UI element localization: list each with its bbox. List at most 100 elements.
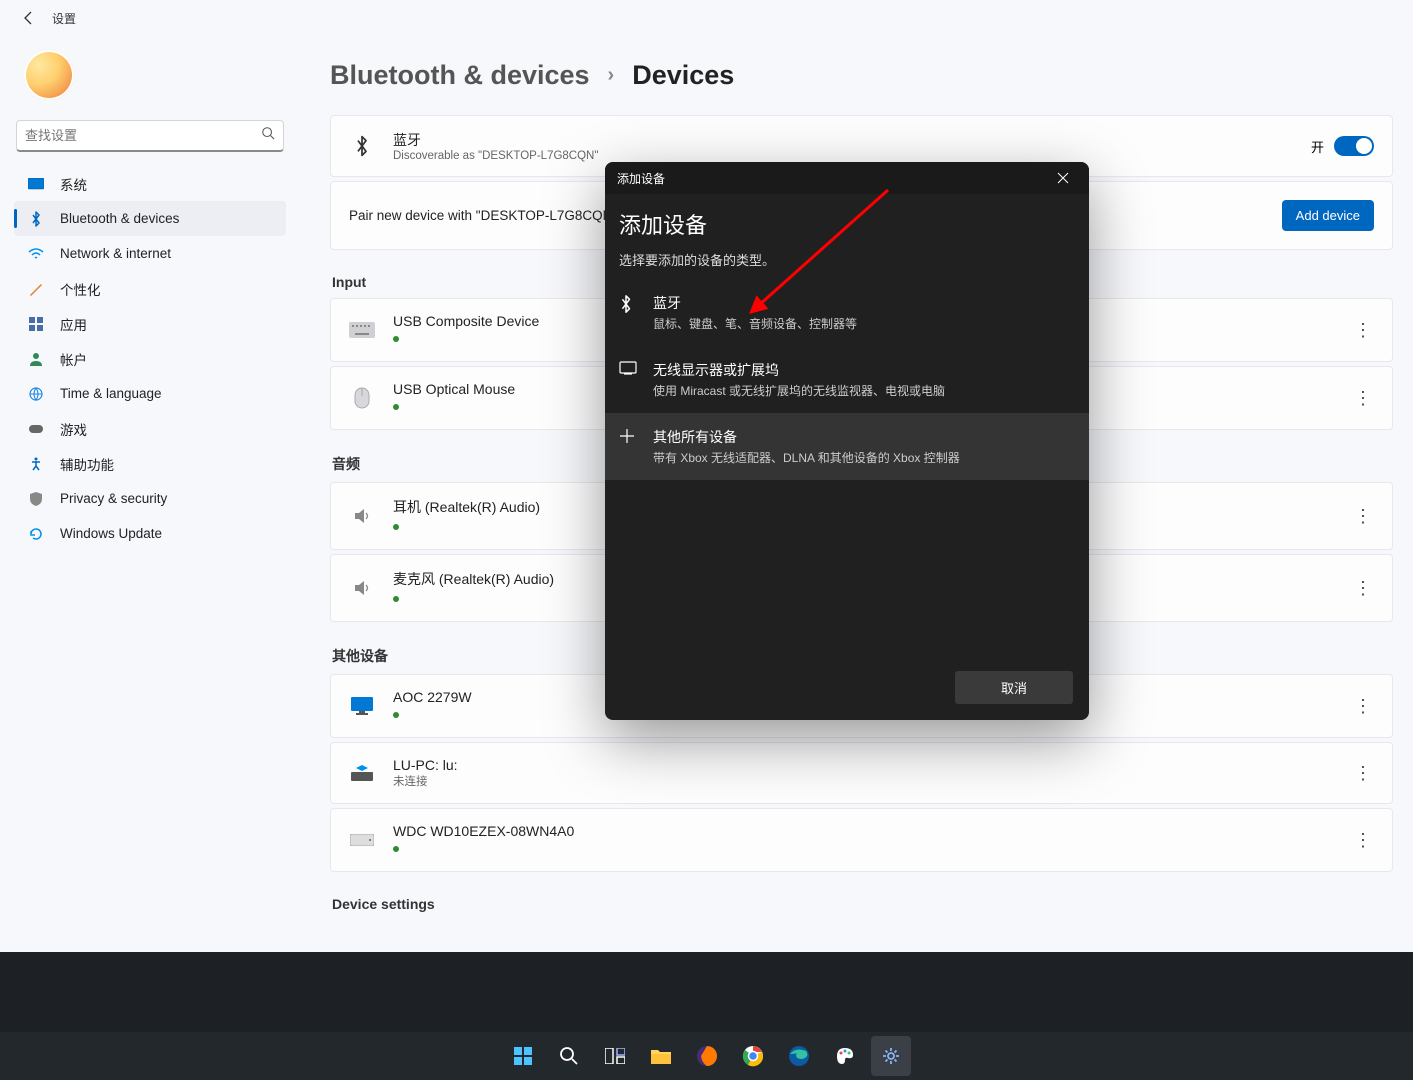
- nav-time-language[interactable]: Time & language: [14, 376, 286, 411]
- nav-label: Time & language: [60, 386, 162, 401]
- dialog-cancel-button[interactable]: 取消: [955, 671, 1073, 704]
- drive-icon: [349, 827, 375, 853]
- accessibility-icon: [28, 456, 44, 472]
- edge-button[interactable]: [779, 1036, 819, 1076]
- status-indicator: [393, 336, 399, 342]
- device-name: LU-PC: lu:: [393, 757, 1334, 773]
- device-status: 未连接: [393, 773, 1334, 789]
- dialog-option-bluetooth[interactable]: 蓝牙 鼠标、键盘、笔、音频设备、控制器等: [605, 279, 1089, 346]
- search-input[interactable]: [25, 128, 261, 143]
- status-indicator: [393, 712, 399, 718]
- dialog-option-wireless-display[interactable]: 无线显示器或扩展坞 使用 Miracast 或无线扩展坞的无线监视器、电视或电脑: [605, 346, 1089, 413]
- status-indicator: [393, 524, 399, 530]
- nav-system[interactable]: 系统: [14, 166, 286, 201]
- app-title: 设置: [52, 10, 76, 27]
- user-avatar[interactable]: [24, 50, 74, 100]
- back-button[interactable]: [20, 9, 38, 27]
- nav-accessibility[interactable]: 辅助功能: [14, 446, 286, 481]
- dialog-option-everything-else[interactable]: 其他所有设备 带有 Xbox 无线适配器、DLNA 和其他设备的 Xbox 控制…: [605, 413, 1089, 480]
- explorer-button[interactable]: [641, 1036, 681, 1076]
- media-device-icon: [349, 760, 375, 786]
- start-button[interactable]: [503, 1036, 543, 1076]
- bluetooth-toggle[interactable]: [1334, 136, 1374, 156]
- display-icon: [619, 361, 639, 380]
- task-view-button[interactable]: [595, 1036, 635, 1076]
- nav-bluetooth-devices[interactable]: Bluetooth & devices: [14, 201, 286, 236]
- nav-windows-update[interactable]: Windows Update: [14, 516, 286, 551]
- option-subtitle: 使用 Miracast 或无线扩展坞的无线监视器、电视或电脑: [653, 382, 945, 399]
- nav-gaming[interactable]: 游戏: [14, 411, 286, 446]
- status-indicator: [393, 404, 399, 410]
- shield-icon: [28, 491, 44, 507]
- search-icon: [261, 126, 275, 145]
- more-button[interactable]: ⋮: [1352, 763, 1374, 784]
- toggle-label: 开: [1311, 137, 1324, 156]
- breadcrumb: Bluetooth & devices › Devices: [330, 60, 1393, 91]
- nav-label: 游戏: [60, 419, 87, 439]
- sidebar: 系统 Bluetooth & devices Network & interne…: [10, 50, 290, 551]
- nav-personalization[interactable]: 个性化: [14, 271, 286, 306]
- option-subtitle: 鼠标、键盘、笔、音频设备、控制器等: [653, 315, 857, 332]
- bluetooth-title: 蓝牙: [393, 130, 1293, 150]
- keyboard-icon: [349, 317, 375, 343]
- title-bar: 设置: [0, 0, 1413, 36]
- device-name: WDC WD10EZEX-08WN4A0: [393, 823, 1334, 839]
- more-button[interactable]: ⋮: [1352, 388, 1374, 409]
- search-box[interactable]: [16, 120, 284, 152]
- bluetooth-icon: [28, 211, 44, 227]
- nav-list: 系统 Bluetooth & devices Network & interne…: [10, 166, 290, 551]
- wifi-icon: [28, 246, 44, 262]
- settings-button[interactable]: [871, 1036, 911, 1076]
- nav-label: 应用: [60, 314, 87, 334]
- gamepad-icon: [28, 421, 44, 437]
- nav-apps[interactable]: 应用: [14, 306, 286, 341]
- plus-icon: [619, 428, 639, 449]
- speaker-icon: [349, 575, 375, 601]
- more-button[interactable]: ⋮: [1352, 506, 1374, 527]
- add-device-dialog: 添加设备 添加设备 选择要添加的设备的类型。 蓝牙 鼠标、键盘、笔、音频设备、控…: [605, 162, 1089, 720]
- bluetooth-icon: [349, 133, 375, 159]
- device-row-hdd[interactable]: WDC WD10EZEX-08WN4A0 ⋮: [330, 808, 1393, 872]
- section-device-settings: Device settings: [332, 896, 1393, 912]
- nav-label: Windows Update: [60, 526, 162, 541]
- breadcrumb-parent[interactable]: Bluetooth & devices: [330, 60, 590, 91]
- dialog-titlebar: 添加设备: [605, 162, 1089, 194]
- nav-accounts[interactable]: 帐户: [14, 341, 286, 376]
- window-border-area: [0, 952, 1413, 1032]
- dialog-subheading: 选择要添加的设备的类型。: [619, 250, 1075, 269]
- dialog-heading: 添加设备: [619, 208, 1075, 240]
- bluetooth-subtitle: Discoverable as "DESKTOP-L7G8CQN": [393, 150, 1293, 162]
- more-button[interactable]: ⋮: [1352, 578, 1374, 599]
- nav-label: Privacy & security: [60, 491, 167, 506]
- nav-label: Bluetooth & devices: [60, 211, 179, 226]
- add-device-button[interactable]: Add device: [1282, 200, 1374, 231]
- more-button[interactable]: ⋮: [1352, 320, 1374, 341]
- nav-network[interactable]: Network & internet: [14, 236, 286, 271]
- chevron-right-icon: ›: [608, 64, 615, 87]
- chrome-button[interactable]: [733, 1036, 773, 1076]
- dialog-titlebar-text: 添加设备: [617, 170, 665, 187]
- system-icon: [28, 176, 44, 192]
- nav-label: 辅助功能: [60, 454, 114, 474]
- option-subtitle: 带有 Xbox 无线适配器、DLNA 和其他设备的 Xbox 控制器: [653, 449, 960, 466]
- speaker-icon: [349, 503, 375, 529]
- search-button[interactable]: [549, 1036, 589, 1076]
- globe-icon: [28, 386, 44, 402]
- option-title: 蓝牙: [653, 293, 857, 313]
- firefox-button[interactable]: [687, 1036, 727, 1076]
- nav-label: 系统: [60, 174, 87, 194]
- dialog-close-button[interactable]: [1043, 164, 1083, 192]
- nav-label: Network & internet: [60, 246, 171, 261]
- option-title: 无线显示器或扩展坞: [653, 360, 945, 380]
- status-indicator: [393, 596, 399, 602]
- more-button[interactable]: ⋮: [1352, 696, 1374, 717]
- more-button[interactable]: ⋮: [1352, 830, 1374, 851]
- taskbar: [0, 1032, 1413, 1080]
- device-row-pc[interactable]: LU-PC: lu: 未连接 ⋮: [330, 742, 1393, 804]
- monitor-icon: [349, 693, 375, 719]
- nav-privacy[interactable]: Privacy & security: [14, 481, 286, 516]
- bluetooth-icon: [619, 294, 639, 319]
- apps-icon: [28, 316, 44, 332]
- paint-button[interactable]: [825, 1036, 865, 1076]
- brush-icon: [28, 281, 44, 297]
